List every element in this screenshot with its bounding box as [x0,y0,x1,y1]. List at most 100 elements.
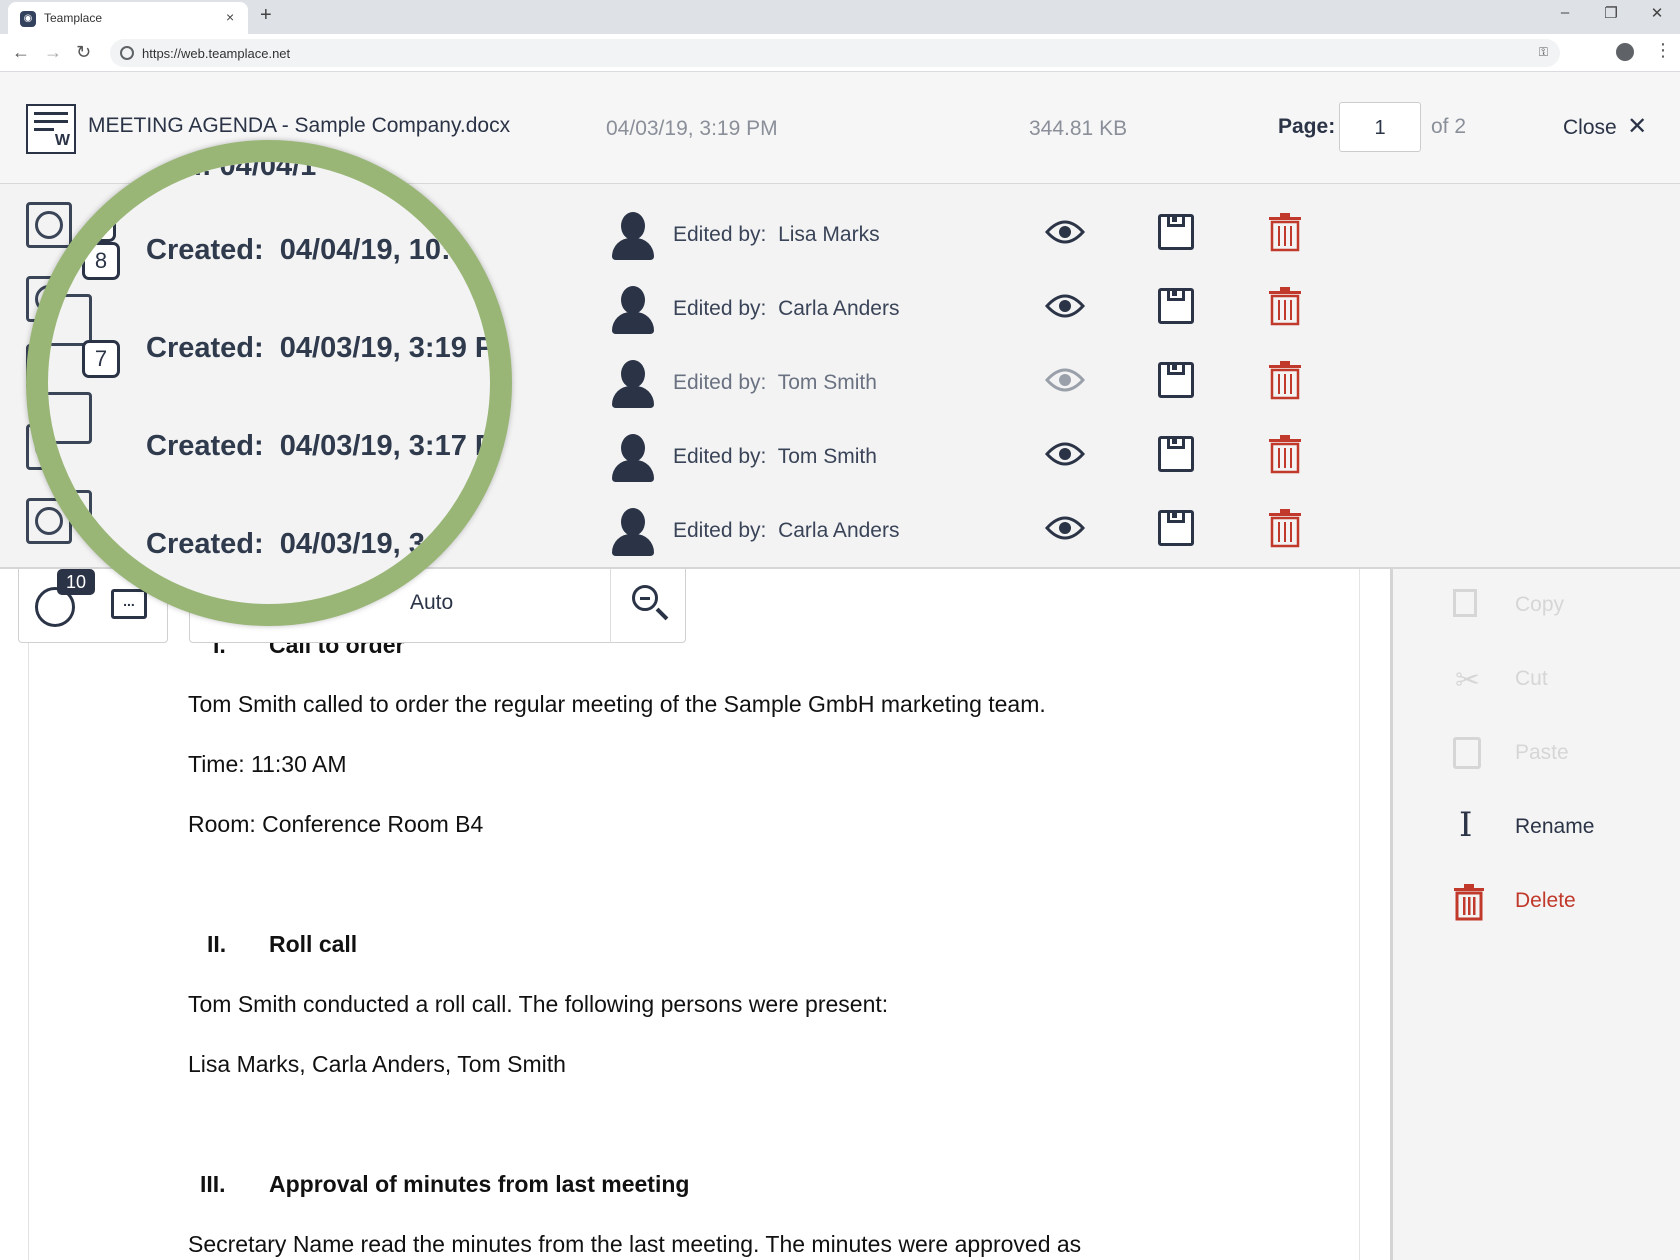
page-number-input[interactable]: 1 [1339,102,1421,152]
created-text: Created: 04/03/19, 3:16 [146,528,467,561]
divider [610,569,611,643]
save-floppy-icon[interactable] [1158,362,1194,398]
menu-label: Cut [1515,667,1548,690]
menu-label: Paste [1515,741,1569,764]
user-avatar-icon [612,360,654,408]
close-x-icon: ✕ [1627,113,1648,140]
word-badge: W [54,132,70,149]
section-number: II. [207,931,227,957]
delete-trash-icon[interactable] [1269,434,1301,474]
created-date: 04/03/19, 3:16 [279,528,467,560]
menu-item-copy[interactable]: Copy [1453,583,1673,633]
menu-label: Copy [1515,593,1565,616]
version-clock-icon [48,490,92,542]
section-title: Approval of minutes from last meeting [269,1171,690,1197]
user-avatar-icon [612,508,654,556]
clipboard-icon [1453,737,1481,769]
minimize-button[interactable]: – [1550,4,1580,21]
reload-icon[interactable]: ↻ [76,42,91,63]
menu-label: Delete [1515,889,1576,912]
zoom-out-icon[interactable] [632,585,669,621]
save-floppy-icon[interactable] [1158,510,1194,546]
save-floppy-icon[interactable] [1158,214,1194,250]
text-cursor-icon: I [1459,805,1473,845]
created-text: Created: 04/03/19, 3:19 PM [146,332,512,365]
edited-label: Edited by: [673,445,767,468]
created-date: 04/04/19, 10:56 A [279,234,511,266]
trash-icon [1454,884,1484,921]
comments-icon[interactable]: ... [111,589,147,619]
version-number-badge: 7 [82,340,120,378]
created-text: Created: 04/04/19, 10:56 A [146,234,511,267]
version-number-badge: 8 [82,242,120,280]
editor-name: Carla Anders [778,297,900,320]
tab-close-icon[interactable]: × [226,9,234,25]
edited-by-text: Edited by: Carla Anders [673,519,899,543]
document-size: 344.81 KB [1029,117,1128,140]
page-total: of 2 [1431,115,1467,138]
copy-icon [1453,589,1477,617]
paragraph: Room: Conference Room B4 [188,811,484,837]
created-text: Created: 04/03/19, 3:17 PM [146,430,512,463]
forward-arrow-icon[interactable]: → [44,42,62,63]
restore-button[interactable]: ❐ [1596,4,1626,22]
created-label: Created: [146,528,264,560]
paragraph: Time: 11:30 AM [188,751,347,777]
editor-name: Lisa Marks [778,223,880,246]
created-label: Created: [146,332,264,364]
back-arrow-icon[interactable]: ← [12,42,30,63]
edited-label: Edited by: [673,519,767,542]
editor-name: Tom Smith [777,371,877,394]
view-eye-icon[interactable] [1045,218,1085,246]
paragraph: Tom Smith called to order the regular me… [188,691,1046,717]
new-tab-button[interactable]: + [260,4,272,27]
section-title: Roll call [269,931,358,957]
browser-tab[interactable]: ◉ Teamplace × [8,2,248,34]
document-filename: MEETING AGENDA - Sample Company.docx [88,114,511,137]
delete-trash-icon[interactable] [1269,508,1301,548]
window-close-button[interactable]: ✕ [1642,4,1672,22]
editor-name: Carla Anders [778,519,900,542]
tab-title: Teamplace [44,11,103,25]
profile-icon[interactable] [1616,43,1634,61]
created-fragment: ed: 04/04/1 [168,150,317,182]
teamplace-favicon-icon: ◉ [20,11,36,27]
document-page: I. Call to order Tom Smith called to ord… [28,569,1360,1260]
delete-trash-icon[interactable] [1269,286,1301,326]
paragraph: Tom Smith conducted a roll call. The fol… [188,991,889,1017]
browser-tab-bar: ◉ Teamplace × + – ❐ ✕ [0,0,1680,34]
key-icon[interactable]: ⚿ [1539,45,1548,60]
version-clock-icon [48,392,92,444]
view-eye-icon[interactable] [1045,292,1085,320]
browser-menu-icon[interactable]: ⋮ [1654,40,1672,61]
edited-label: Edited by: [673,371,767,394]
close-label: Close [1563,116,1617,139]
zoom-value[interactable]: Auto [410,591,453,615]
version-number-badge: 10 [78,204,116,242]
created-date: 04/03/19, 3:17 PM [279,430,512,462]
view-eye-icon[interactable] [1045,514,1085,542]
created-date: 04/03/19, 3:19 PM [279,332,512,364]
menu-item-rename[interactable]: I Rename [1453,805,1673,855]
delete-trash-icon[interactable] [1269,212,1301,252]
site-info-icon[interactable] [120,46,134,60]
view-eye-icon[interactable] [1045,366,1085,394]
close-viewer-button[interactable]: Close ✕ [1563,112,1647,141]
save-floppy-icon[interactable] [1158,436,1194,472]
page-label: Page: [1278,115,1336,138]
menu-item-delete[interactable]: Delete [1453,879,1673,929]
user-avatar-icon [612,286,654,334]
edited-by-text: Edited by: Tom Smith [673,371,877,395]
version-clock-icon [48,294,92,346]
address-bar[interactable]: https://web.teamplace.net ⚿ [110,39,1560,67]
menu-item-cut[interactable]: ✂ Cut [1453,657,1673,707]
scissors-icon: ✂ [1455,664,1481,697]
word-document-icon: W [26,104,76,154]
save-floppy-icon[interactable] [1158,288,1194,324]
menu-item-paste[interactable]: Paste [1453,731,1673,781]
magnifier-lens: ed: 04/04/1 10 Created: 04/04/19, 10:56 A… [26,140,512,626]
delete-trash-icon[interactable] [1269,360,1301,400]
edited-label: Edited by: [673,297,767,320]
browser-nav-bar: ← → ↻ https://web.teamplace.net ⚿ ⋮ [0,34,1680,72]
view-eye-icon[interactable] [1045,440,1085,468]
